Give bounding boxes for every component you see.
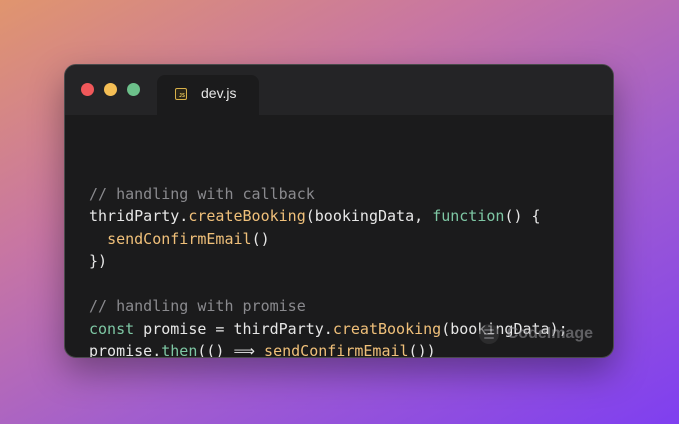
code-token: creatBooking	[332, 319, 442, 338]
code-token: sendConfirmEmail	[264, 342, 409, 358]
code-token: sendConfirmEmail	[107, 229, 252, 248]
code-token: ()	[251, 229, 270, 248]
javascript-file-icon-text: JS	[178, 93, 185, 99]
codeimage-watermark: CodeImage	[478, 324, 593, 344]
code-line: })	[89, 250, 568, 273]
code-window: JS dev.js // handling with callback thrid…	[64, 64, 614, 358]
code-token: // handling with callback	[89, 184, 315, 203]
code-token: ())	[408, 342, 436, 358]
minimize-window-button[interactable]	[104, 83, 117, 96]
code-token: function	[432, 207, 505, 225]
close-window-button[interactable]	[81, 83, 94, 96]
tab-dev-js[interactable]: JS dev.js	[157, 75, 259, 115]
code-token: // handling with promise	[89, 297, 306, 315]
javascript-file-icon: JS	[175, 88, 187, 100]
watermark-text: CodeImage	[506, 325, 593, 342]
code-token: })	[89, 252, 108, 270]
code-token: (bookingData,	[305, 207, 433, 225]
codeimage-logo-icon	[478, 324, 499, 344]
code-token: then	[161, 342, 198, 358]
code-line: thridParty.createBooking(bookingData, fu…	[89, 205, 568, 228]
code-token: createBooking	[188, 207, 306, 225]
code-token: const	[89, 319, 135, 338]
code-line: // handling with promise	[89, 295, 568, 318]
tab-label: dev.js	[201, 85, 237, 101]
code-token: promise.	[89, 342, 162, 358]
code-token: thridParty.	[89, 207, 189, 225]
maximize-window-button[interactable]	[127, 83, 140, 96]
window-titlebar: JS dev.js	[65, 65, 613, 115]
code-token: () {	[504, 207, 541, 225]
code-line: sendConfirmEmail()	[89, 228, 568, 251]
code-token: promise = thirdParty.	[134, 319, 333, 338]
code-token: (() ⟹	[197, 342, 265, 358]
code-line: // handling with callback	[89, 183, 568, 206]
